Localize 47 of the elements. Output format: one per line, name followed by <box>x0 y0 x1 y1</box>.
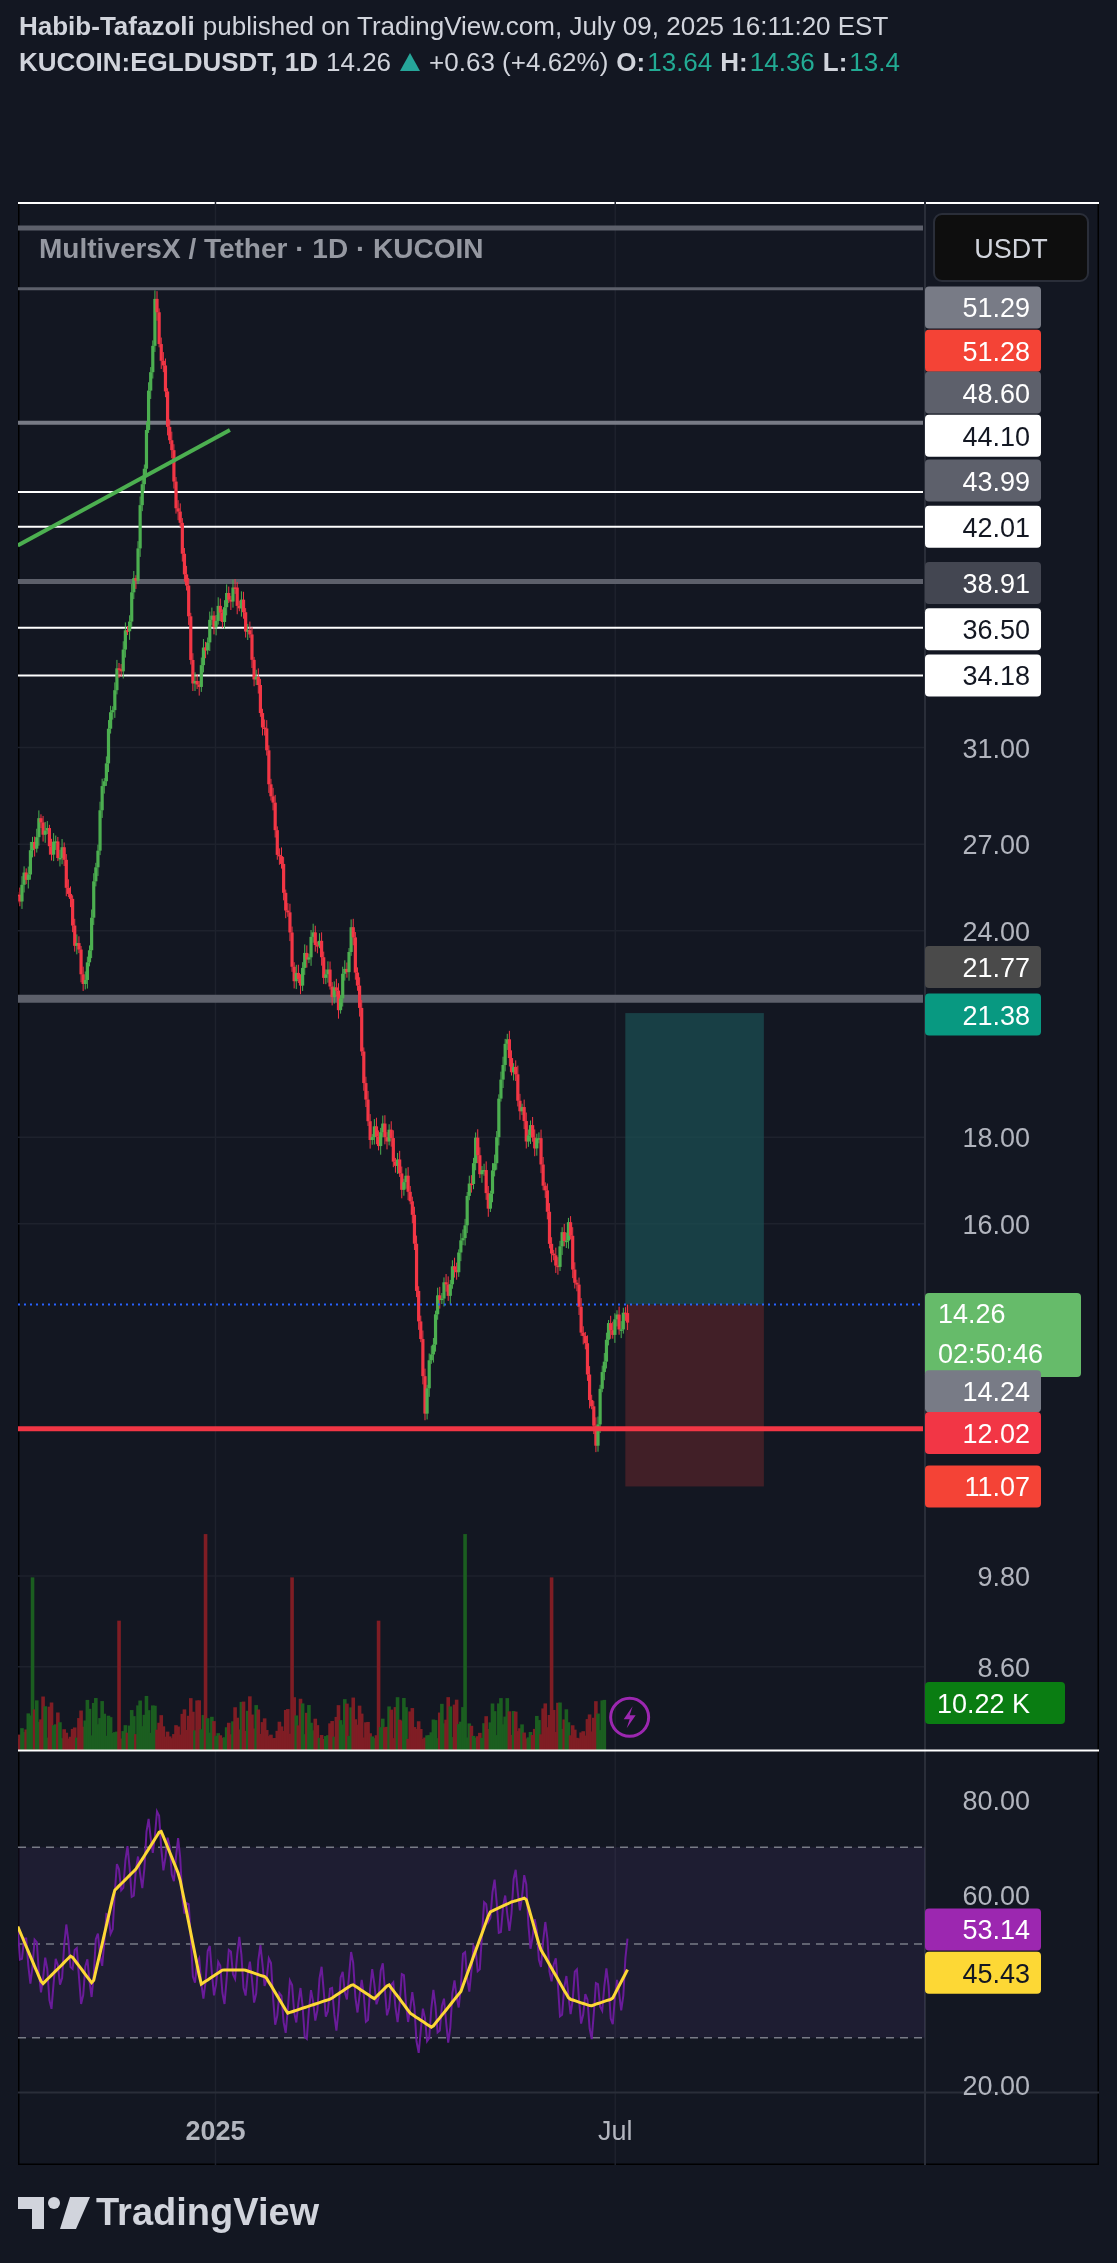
price-label: 21.38 <box>925 993 1041 1036</box>
price-change: +0.63 (+4.62%) <box>429 46 609 79</box>
price-label: 51.28 <box>925 329 1041 372</box>
ohlc-value: 14.36 <box>749 46 815 79</box>
axis-tick-label: 24.00 <box>962 916 1030 947</box>
price-label: 10.22 K <box>925 1681 1065 1724</box>
axis-tick-label: 16.00 <box>962 1209 1030 1240</box>
price-label: 14.24 <box>925 1370 1041 1413</box>
price-label: 48.60 <box>925 371 1041 414</box>
logo-icon <box>18 2196 90 2229</box>
indicator-label: 53.14 <box>925 1908 1041 1951</box>
last-price: 14.26 <box>326 46 392 79</box>
axis-tick-label: 80.00 <box>962 1785 1030 1816</box>
up-triangle-icon <box>399 52 422 72</box>
chart-legend: MultiversX / Tether · 1D · KUCOIN <box>39 233 484 265</box>
price-label: 21.77 <box>925 945 1041 988</box>
price-label: 51.29 <box>925 286 1041 329</box>
price-label: 43.99 <box>925 459 1041 502</box>
price-label: 36.50 <box>925 608 1041 651</box>
axis-tick-label: 9.80 <box>977 1561 1030 1592</box>
price-label: 11.07 <box>925 1465 1041 1508</box>
price-label: 14.26 02:50:46 <box>925 1292 1081 1377</box>
ohlc-value: 13.4 <box>849 46 900 79</box>
logo-text: TradingView <box>96 2191 320 2234</box>
ohlc-label: L: <box>822 46 848 79</box>
axis-tick-label: 20.00 <box>962 2071 1030 2102</box>
axis-tick-label: 60.00 <box>962 1880 1030 1911</box>
published-text: published on TradingView.com, July 09, 2025 16:11:20 EST <box>202 10 889 43</box>
price-label: 34.18 <box>925 654 1041 697</box>
axis-tick-label: 8.60 <box>977 1652 1030 1683</box>
ohlc-label: H: <box>720 46 748 79</box>
time-axis-label: 2025 <box>185 2116 246 2147</box>
author-name: Habib-Tafazoli <box>19 10 195 43</box>
ohlc-value: 13.64 <box>647 46 713 79</box>
price-label: 42.01 <box>925 505 1041 548</box>
symbol-text: KUCOIN:EGLDUSDT, 1D <box>19 46 318 79</box>
price-label: 38.91 <box>925 562 1041 605</box>
axis-tick-label: 31.00 <box>962 733 1030 764</box>
time-axis-label: Jul <box>597 2116 633 2147</box>
ohlc-label: O: <box>616 46 646 79</box>
axis-tick-label: 27.00 <box>962 830 1030 861</box>
lightning-icon <box>609 1696 651 1738</box>
currency-button[interactable]: USDT <box>933 213 1089 282</box>
indicator-label: 45.43 <box>925 1951 1041 1994</box>
price-label: 12.02 <box>925 1412 1041 1455</box>
axis-tick-label: 18.00 <box>962 1123 1030 1154</box>
price-label: 44.10 <box>925 414 1041 457</box>
